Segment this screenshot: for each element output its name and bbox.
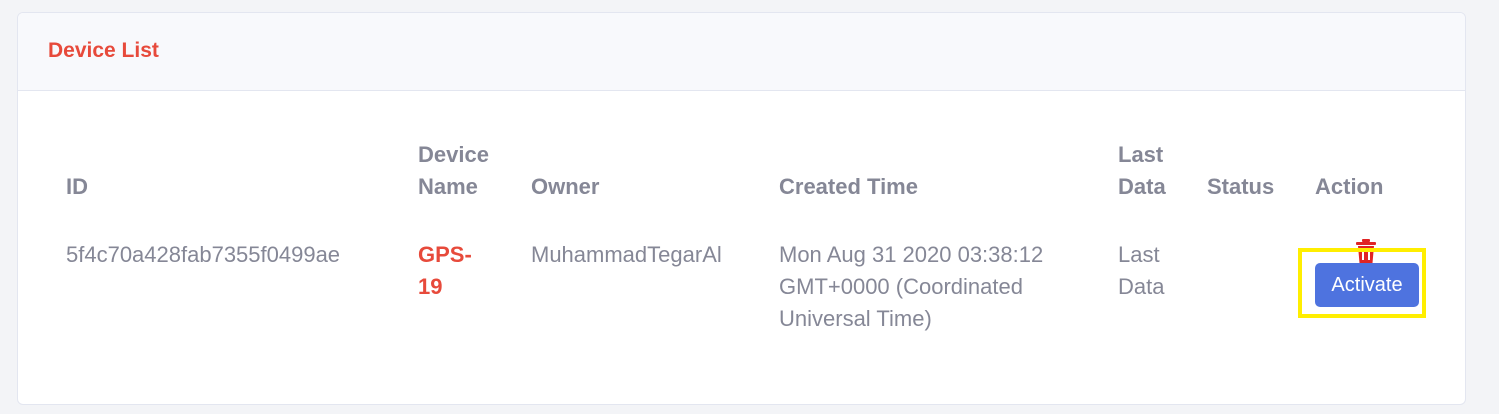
cell-owner: MuhammadTegarAl [531, 242, 722, 267]
cell-last-data-line2: Data [1118, 274, 1165, 299]
header-owner: Owner [531, 174, 600, 199]
cell-id: 5f4c70a428fab7355f0499ae [66, 242, 341, 267]
cell-device-name-line2: 19 [418, 274, 443, 299]
device-list-card: Device List ID Device Name Owner Created… [17, 12, 1466, 405]
header-action: Action [1315, 174, 1384, 199]
card-header: Device List [18, 13, 1465, 91]
cell-created-time-line1: Mon Aug 31 2020 03:38:12 [779, 242, 1044, 267]
card-title: Device List [48, 39, 159, 62]
cell-created-time-line2: GMT+0000 (Coordinated [779, 274, 1023, 299]
cell-created-time-line3: Universal Time) [779, 306, 932, 331]
header-status: Status [1207, 174, 1275, 199]
header-device-name-line2: Name [418, 174, 478, 199]
cell-last-data-line1: Last [1118, 242, 1160, 267]
activate-button[interactable]: Activate [1315, 263, 1419, 307]
header-last-data-line2: Data [1118, 174, 1166, 199]
cell-device-name-line1: GPS- [418, 242, 472, 267]
header-device-name-line1: Device [418, 142, 489, 167]
header-id: ID [66, 174, 88, 199]
header-last-data-line1: Last [1118, 142, 1164, 167]
header-created-time: Created Time [779, 174, 918, 199]
